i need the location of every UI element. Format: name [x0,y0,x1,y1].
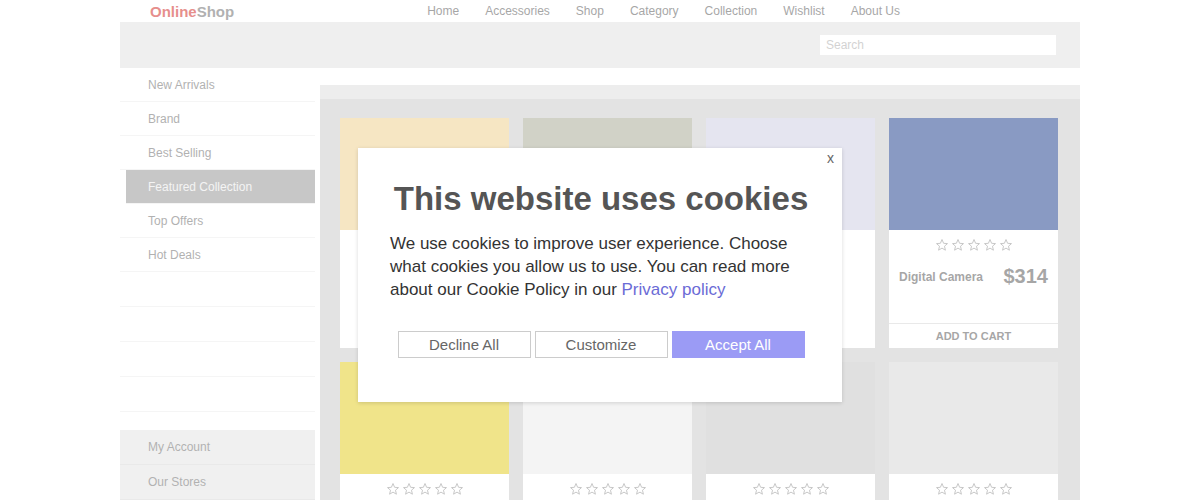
cookie-dialog: x This website uses cookies We use cookies… [358,148,842,402]
dialog-button[interactable]: Accept All [672,331,805,358]
close-button[interactable]: x [827,150,834,166]
dialog-title: This website uses cookies [390,180,812,218]
dialog-button[interactable]: Customize [535,331,668,358]
shop-page: OnlineShopHomeAccessoriesShopCategoryCol… [0,0,1200,500]
privacy-policy-link[interactable]: Privacy policy [622,280,726,299]
dialog-button[interactable]: Decline All [398,331,531,358]
dialog-message: We use cookies to improve user experienc… [390,232,812,301]
dialog-buttons: Decline AllCustomizeAccept All [390,331,812,358]
